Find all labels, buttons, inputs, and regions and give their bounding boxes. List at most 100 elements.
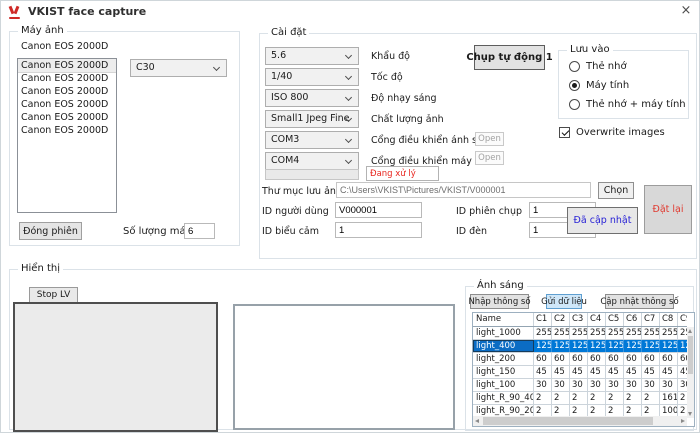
row-name-cell[interactable]: light_1000: [473, 327, 534, 339]
light-port-combo[interactable]: COM3: [265, 131, 359, 149]
value-cell[interactable]: 125: [624, 340, 642, 352]
value-cell[interactable]: 30: [570, 379, 588, 391]
value-cell[interactable]: 60: [660, 353, 678, 365]
table-row[interactable]: light_150454545454545454545: [473, 366, 687, 379]
close-icon[interactable]: ×: [677, 3, 695, 20]
table-row[interactable]: light_1000255255255255255255255255255: [473, 327, 687, 340]
stop-liveview-button[interactable]: Stop LV: [29, 287, 78, 303]
column-header[interactable]: C3: [570, 313, 588, 326]
row-name-cell[interactable]: light_150: [473, 366, 534, 378]
value-cell[interactable]: 125: [606, 340, 624, 352]
value-cell[interactable]: 45: [570, 366, 588, 378]
value-cell[interactable]: 125: [570, 340, 588, 352]
value-cell[interactable]: 30: [588, 379, 606, 391]
row-name-cell[interactable]: light_200: [473, 353, 534, 365]
row-name-cell[interactable]: light_400: [473, 340, 534, 352]
iso-combo[interactable]: ISO 800: [265, 89, 359, 107]
camera-list-item[interactable]: Canon EOS 2000D: [18, 111, 116, 124]
close-session-button[interactable]: Đóng phiên: [19, 222, 82, 240]
value-cell[interactable]: 30: [660, 379, 678, 391]
value-cell[interactable]: 255: [606, 327, 624, 339]
value-cell[interactable]: 2: [570, 392, 588, 404]
camera-list-item[interactable]: Canon EOS 2000D: [18, 59, 116, 72]
value-cell[interactable]: 60: [588, 353, 606, 365]
user-id-input[interactable]: [335, 202, 422, 218]
camera-list-item[interactable]: Canon EOS 2000D: [18, 72, 116, 85]
vertical-scroll-thumb[interactable]: [688, 336, 693, 374]
value-cell[interactable]: 30: [552, 379, 570, 391]
shutter-combo[interactable]: 1/40: [265, 68, 359, 86]
column-header[interactable]: C6: [624, 313, 642, 326]
value-cell[interactable]: 45: [606, 366, 624, 378]
reset-button[interactable]: Đặt lại: [644, 185, 692, 234]
camera-listbox[interactable]: Canon EOS 2000DCanon EOS 2000DCanon EOS …: [17, 58, 117, 213]
value-cell[interactable]: 255: [588, 327, 606, 339]
value-cell[interactable]: 125: [552, 340, 570, 352]
folder-path-input[interactable]: [336, 182, 591, 198]
value-cell[interactable]: 255: [660, 327, 678, 339]
value-cell[interactable]: 125: [642, 340, 660, 352]
value-cell[interactable]: 60: [678, 353, 687, 365]
scroll-down-icon[interactable]: [688, 412, 692, 416]
value-cell[interactable]: 30: [642, 379, 660, 391]
value-cell[interactable]: 45: [534, 366, 552, 378]
camera-port-open-button[interactable]: Open: [475, 151, 504, 165]
column-header[interactable]: C5: [606, 313, 624, 326]
value-cell[interactable]: 125: [534, 340, 552, 352]
save-to-radio-option[interactable]: Thẻ nhớ + máy tính: [559, 95, 688, 114]
column-header[interactable]: Name: [473, 313, 534, 326]
value-cell[interactable]: 161: [660, 392, 678, 404]
value-cell[interactable]: 255: [570, 327, 588, 339]
value-cell[interactable]: 45: [660, 366, 678, 378]
vertical-scrollbar[interactable]: [687, 327, 694, 418]
value-cell[interactable]: 125: [660, 340, 678, 352]
save-to-radio-option[interactable]: Thẻ nhớ: [559, 57, 688, 76]
expression-id-input[interactable]: [335, 222, 422, 238]
send-data-button[interactable]: Gửi dữ liệu: [546, 294, 582, 309]
value-cell[interactable]: 60: [534, 353, 552, 365]
value-cell[interactable]: 30: [678, 379, 687, 391]
camera-count-input[interactable]: [184, 223, 215, 239]
value-cell[interactable]: 45: [552, 366, 570, 378]
scroll-up-icon[interactable]: [688, 329, 692, 333]
save-to-radio-option[interactable]: Máy tính: [559, 76, 688, 95]
value-cell[interactable]: 255: [624, 327, 642, 339]
scroll-right-icon[interactable]: [681, 419, 685, 423]
horizontal-scroll-thumb[interactable]: [483, 417, 653, 425]
value-cell[interactable]: 255: [642, 327, 660, 339]
column-header[interactable]: C2: [552, 313, 570, 326]
value-cell[interactable]: 45: [588, 366, 606, 378]
value-cell[interactable]: 30: [534, 379, 552, 391]
column-header[interactable]: C4: [588, 313, 606, 326]
table-row[interactable]: light_200606060606060606060: [473, 353, 687, 366]
camera-list-item[interactable]: Canon EOS 2000D: [18, 98, 116, 111]
camera-type-combo[interactable]: C30: [130, 59, 227, 77]
value-cell[interactable]: 2: [552, 392, 570, 404]
column-header[interactable]: C9: [678, 313, 687, 326]
value-cell[interactable]: 60: [552, 353, 570, 365]
value-cell[interactable]: 125: [678, 340, 687, 352]
quality-combo[interactable]: Small1 Jpeg Fine: [265, 110, 359, 128]
column-header[interactable]: C7: [642, 313, 660, 326]
updated-button[interactable]: Đã cập nhật: [567, 207, 638, 234]
camera-list-item[interactable]: Canon EOS 2000D: [18, 124, 116, 137]
overwrite-checkbox-row[interactable]: Overwrite images: [559, 127, 665, 138]
scroll-left-icon[interactable]: [475, 419, 479, 423]
row-name-cell[interactable]: light_R_90_400: [473, 392, 534, 404]
value-cell[interactable]: 2: [678, 392, 687, 404]
aperture-combo[interactable]: 5.6: [265, 47, 359, 65]
column-header[interactable]: C8: [660, 313, 678, 326]
value-cell[interactable]: 255: [534, 327, 552, 339]
value-cell[interactable]: 2: [588, 392, 606, 404]
light-port-open-button[interactable]: Open: [475, 132, 504, 146]
value-cell[interactable]: 45: [624, 366, 642, 378]
auto-capture-button[interactable]: Chụp tự động 1: [474, 45, 545, 70]
value-cell[interactable]: 30: [624, 379, 642, 391]
choose-folder-button[interactable]: Chọn: [598, 182, 634, 199]
value-cell[interactable]: 255: [678, 327, 687, 339]
value-cell[interactable]: 60: [570, 353, 588, 365]
value-cell[interactable]: 30: [606, 379, 624, 391]
value-cell[interactable]: 2: [624, 392, 642, 404]
camera-list-item[interactable]: Canon EOS 2000D: [18, 85, 116, 98]
value-cell[interactable]: 60: [642, 353, 660, 365]
